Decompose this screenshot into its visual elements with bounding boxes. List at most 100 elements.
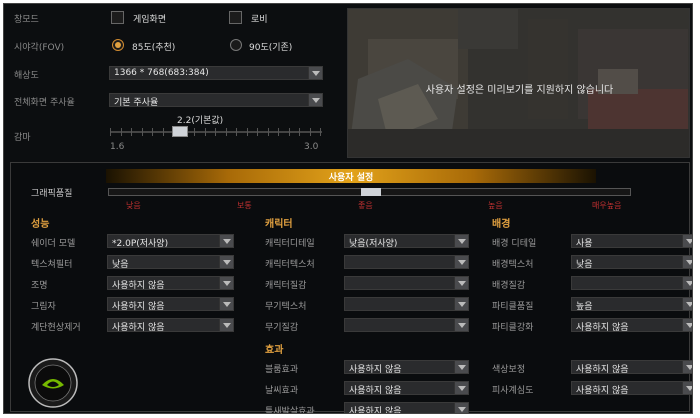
performance-value-1: 낮음 <box>112 260 129 270</box>
gamma-slider[interactable] <box>110 126 322 137</box>
effects-label-0: 블룸효과 <box>265 365 299 375</box>
chevron-down-icon[interactable] <box>454 403 468 413</box>
chevron-down-icon[interactable] <box>682 256 692 268</box>
preview-message: 사용자 설정은 미리보기를 지원하지 않습니다 <box>425 85 614 96</box>
effects-dropdown-0[interactable]: 사용하지 않음 <box>344 360 469 375</box>
gamma-tick <box>257 128 258 136</box>
chevron-down-icon[interactable] <box>454 277 468 289</box>
background-dropdown-0[interactable]: 사용 <box>571 234 692 249</box>
chevron-down-icon[interactable] <box>682 298 692 310</box>
gamma-tick <box>236 128 237 136</box>
character-dropdown-3[interactable] <box>344 297 469 311</box>
character-dropdown-2[interactable] <box>344 276 469 290</box>
effects-right-label-1: 피사계심도 <box>492 386 534 396</box>
refresh-rate-dropdown[interactable]: 기본 주사율 <box>109 93 323 108</box>
chevron-down-icon[interactable] <box>454 382 468 394</box>
gamma-current-value: 2.2(기본값) <box>177 116 224 126</box>
chevron-down-icon[interactable] <box>219 277 233 289</box>
effects-dropdown-2[interactable]: 사용하지 않음 <box>344 402 469 414</box>
refresh-rate-label: 전체화면 주사율 <box>14 98 75 108</box>
lobby-checkbox[interactable] <box>229 11 242 24</box>
quality-level-very-high: 매우높음 <box>592 201 622 210</box>
graphics-quality-slider[interactable] <box>108 188 631 196</box>
gamma-tick <box>162 128 164 136</box>
graphics-quality-label: 그래픽품질 <box>31 189 73 199</box>
background-dropdown-3[interactable]: 높음 <box>571 297 692 312</box>
graphics-quality-thumb[interactable] <box>360 188 381 196</box>
character-label-2: 캐릭터질감 <box>265 281 307 291</box>
chevron-down-icon[interactable] <box>219 235 233 247</box>
character-dropdown-0[interactable]: 낮음(저사양) <box>344 234 469 249</box>
chevron-down-icon[interactable] <box>682 382 692 394</box>
background-value-1: 낮음 <box>576 260 593 270</box>
effects-right-dropdown-0[interactable]: 사용하지 않음 <box>571 360 692 375</box>
effects-right-value-1: 사용하지 않음 <box>576 386 629 396</box>
chevron-down-icon[interactable] <box>454 298 468 310</box>
resolution-label: 해상도 <box>14 71 39 81</box>
chevron-down-icon[interactable] <box>219 319 233 331</box>
character-dropdown-1[interactable] <box>344 255 469 269</box>
chevron-down-icon[interactable] <box>682 235 692 247</box>
character-dropdown-4[interactable] <box>344 318 469 332</box>
chevron-down-icon[interactable] <box>454 361 468 373</box>
background-dropdown-4[interactable]: 사용하지 않음 <box>571 318 692 333</box>
gamma-tick <box>131 128 132 136</box>
effects-dropdown-1[interactable]: 사용하지 않음 <box>344 381 469 396</box>
background-value-3: 높음 <box>576 302 593 312</box>
gamma-tick <box>267 128 269 136</box>
character-label-4: 무기질감 <box>265 323 299 333</box>
chevron-down-icon[interactable] <box>454 235 468 247</box>
gamma-min: 1.6 <box>110 142 125 152</box>
quality-level-normal: 보통 <box>237 201 252 210</box>
gamma-tick <box>194 128 195 136</box>
background-label-4: 파티클강화 <box>492 323 534 333</box>
performance-dropdown-2[interactable]: 사용하지 않음 <box>107 276 234 291</box>
gamma-tick <box>120 128 122 136</box>
nvidia-logo <box>28 358 78 408</box>
background-dropdown-2[interactable] <box>571 276 692 290</box>
chevron-down-icon[interactable] <box>454 319 468 331</box>
effects-right-dropdown-1[interactable]: 사용하지 않음 <box>571 381 692 396</box>
background-value-4: 사용하지 않음 <box>576 323 629 333</box>
performance-dropdown-1[interactable]: 낮음 <box>107 255 234 270</box>
settings-window: 창모드 게임화면 로비 시야각(FOV) 85도(추천) 90도(기존) 해상도… <box>3 3 693 414</box>
gamma-tick <box>278 128 279 136</box>
character-value-0: 낮음(저사양) <box>349 239 398 249</box>
game-screen-checkbox[interactable] <box>111 11 124 24</box>
performance-dropdown-4[interactable]: 사용하지 않음 <box>107 318 234 333</box>
performance-dropdown-0[interactable]: *2.0P(저사양) <box>107 234 234 249</box>
gamma-thumb[interactable] <box>171 126 188 137</box>
nvidia-logo-badge <box>28 358 78 408</box>
chevron-down-icon[interactable] <box>682 361 692 373</box>
chevron-down-icon[interactable] <box>308 94 322 106</box>
effects-section-title: 효과 <box>265 345 284 356</box>
performance-dropdown-3[interactable]: 사용하지 않음 <box>107 297 234 312</box>
chevron-down-icon[interactable] <box>454 256 468 268</box>
effects-value-2: 사용하지 않음 <box>349 407 402 414</box>
gamma-tick <box>152 128 153 136</box>
chevron-down-icon[interactable] <box>682 277 692 289</box>
chevron-down-icon[interactable] <box>308 67 322 79</box>
chevron-down-icon[interactable] <box>219 298 233 310</box>
effects-label-1: 날씨효과 <box>265 386 299 396</box>
chevron-down-icon[interactable] <box>682 319 692 331</box>
resolution-dropdown[interactable]: 1366 * 768(683:384) <box>109 66 323 80</box>
fov-90-radio[interactable] <box>230 39 242 51</box>
gamma-tick <box>288 128 290 136</box>
gamma-tick <box>225 128 227 136</box>
character-section-title: 캐릭터 <box>265 219 293 230</box>
fov-90-label: 90도(기존) <box>249 43 293 53</box>
fov-85-radio[interactable] <box>112 39 124 51</box>
effects-right-value-0: 사용하지 않음 <box>576 365 629 375</box>
performance-value-2: 사용하지 않음 <box>112 281 165 291</box>
performance-value-0: *2.0P(저사양) <box>112 239 169 249</box>
gamma-tick <box>309 128 311 136</box>
character-label-1: 캐릭터텍스처 <box>265 260 315 270</box>
quality-level-low: 낮음 <box>126 201 141 210</box>
background-label-2: 배경질감 <box>492 281 526 291</box>
background-dropdown-1[interactable]: 낮음 <box>571 255 692 270</box>
effects-label-2: 특새발살효과 <box>265 407 315 414</box>
chevron-down-icon[interactable] <box>219 256 233 268</box>
window-mode-label: 창모드 <box>14 15 39 25</box>
effects-value-1: 사용하지 않음 <box>349 386 402 396</box>
